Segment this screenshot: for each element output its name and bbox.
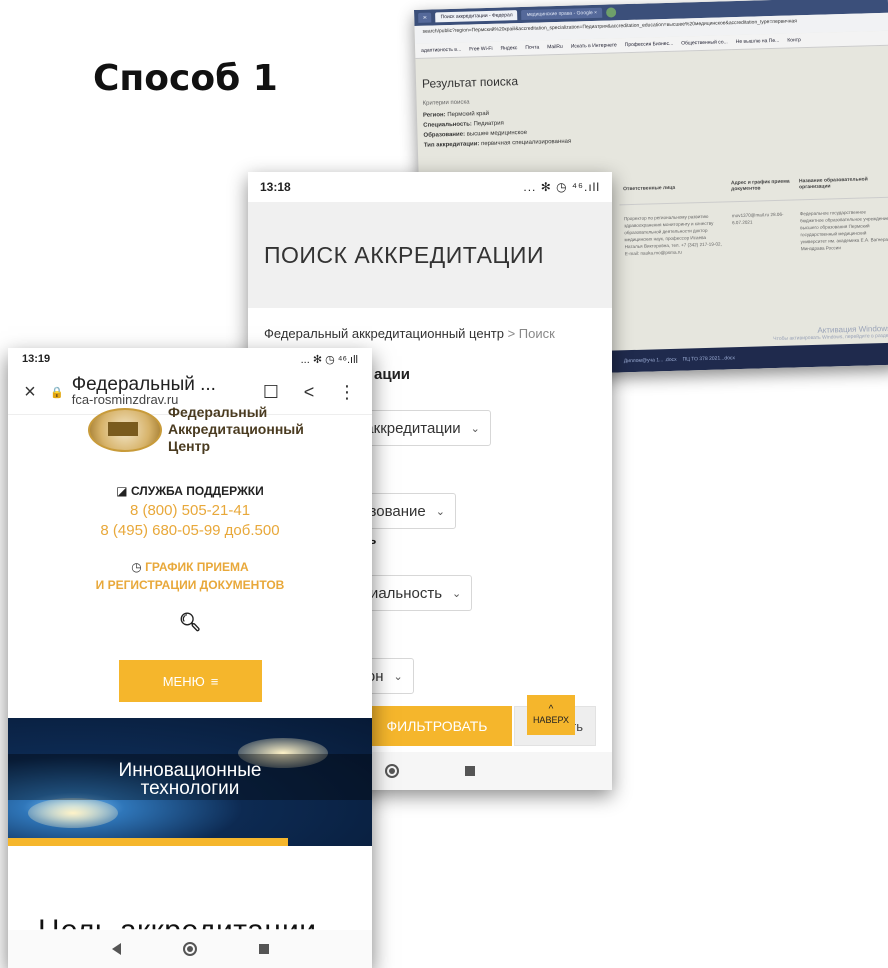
filter-section-heading: ации — [374, 366, 411, 383]
windows-activation-watermark: Активация Windows Чтобы активировать Win… — [773, 323, 888, 343]
status-icons: ... ✻ ◷ ⁴⁶.ıll — [523, 180, 600, 194]
status-bar: 13:18 ... ✻ ◷ ⁴⁶.ıll — [248, 172, 612, 202]
banner-glow — [28, 798, 118, 828]
clock-icon: ◷ — [131, 560, 142, 574]
scroll-to-top-button[interactable]: ^ НАВЕРХ — [527, 695, 575, 735]
share-icon[interactable]: < — [294, 382, 324, 403]
bookmark-item[interactable]: MailRu — [547, 44, 563, 50]
chevron-down-icon: ⌄ — [393, 670, 403, 683]
bookmark-item[interactable]: Free Wi-Fi — [469, 46, 493, 53]
close-icon[interactable]: × — [18, 381, 42, 404]
bookmark-icon[interactable]: ☐ — [256, 382, 286, 403]
table-cell: mov1370@mail.ru 28.06-6.07.2021 — [731, 211, 784, 226]
schedule-link-line2[interactable]: И РЕГИСТРАЦИИ ДОКУМЕНТОВ — [8, 576, 372, 594]
schedule-link[interactable]: ◷ ГРАФИК ПРИЕМА — [8, 558, 372, 576]
browser-tab[interactable]: медицинские права - Google × — [521, 7, 603, 20]
support-phone-2[interactable]: 8 (495) 680-05-99 доб.500 — [8, 522, 372, 539]
taskbar-file[interactable]: ПЦ ТО 378 2021...docx — [683, 355, 736, 362]
search-icon[interactable]: 🔍︎ — [8, 612, 372, 633]
browser-tab[interactable]: ж — [418, 12, 432, 23]
bookmark-item[interactable]: Не вышлю на Пе... — [736, 38, 780, 45]
column-header[interactable]: Адрес и график приема документов — [727, 178, 795, 193]
recents-button-icon[interactable] — [258, 944, 269, 954]
menu-button[interactable]: МЕНЮ ≡ — [119, 660, 262, 702]
phone-screenshot-home: 13:19 ... ✻ ◷ ⁴⁶.ıll × 🔒 Федеральный ...… — [8, 348, 372, 968]
support-phone-1[interactable]: 8 (800) 505-21-41 — [8, 502, 372, 519]
column-header[interactable]: Название образовательной организации — [795, 176, 888, 191]
table-cell: Проректор по региональному развитию здра… — [623, 213, 722, 257]
page-title: ПОИСК АККРЕДИТАЦИИ — [248, 202, 612, 308]
hero-banner[interactable]: Инновационные технологии — [8, 718, 372, 846]
chevron-down-icon: ⌄ — [470, 422, 480, 435]
bookmark-item[interactable]: адаптивность в... — [421, 47, 461, 54]
android-nav-bar — [8, 930, 372, 968]
results-heading: Результат поиска — [421, 74, 519, 91]
status-time: 13:19 — [22, 353, 51, 365]
more-vert-icon[interactable]: ⋮ — [332, 382, 362, 403]
lock-icon[interactable]: 🔒 — [50, 386, 64, 399]
column-header[interactable]: Ответственные лица — [619, 183, 727, 192]
site-title: Федеральный ... — [71, 374, 216, 395]
support-heading: ◪ СЛУЖБА ПОДДЕРЖКИ — [116, 484, 264, 498]
back-button-icon[interactable] — [111, 943, 121, 955]
chevron-up-icon: ^ — [548, 704, 554, 715]
breadcrumb-separator: > — [507, 326, 516, 341]
slide-title: Способ 1 — [93, 58, 278, 99]
site-logo[interactable]: Федеральный Аккредитационный Центр — [88, 404, 304, 455]
banner-caption: Инновационные технологии — [118, 760, 262, 799]
table-row: Проректор по региональному развитию здра… — [620, 198, 888, 258]
emblem-icon — [88, 407, 162, 452]
logo-text: Федеральный Аккредитационный Центр — [168, 404, 304, 454]
hamburger-icon: ≡ — [210, 673, 219, 689]
address-bar[interactable]: Федеральный ... fca-rosminzdrav.ru — [71, 374, 248, 407]
recents-button-icon[interactable] — [465, 766, 475, 776]
bookmark-item[interactable]: Профессия Бизнес... — [625, 41, 674, 48]
bookmark-item[interactable]: Яндекс — [500, 45, 517, 51]
browser-tab-active[interactable]: Поиск аккредитации - Федерал — [435, 10, 518, 23]
bookmark-item[interactable]: Почта — [525, 45, 539, 51]
bookmark-item[interactable]: Контр — [787, 37, 801, 43]
home-button-icon[interactable] — [385, 764, 399, 778]
table-cell: Федеральное государственное бюджетное об… — [799, 209, 888, 252]
chevron-down-icon: ⌄ — [435, 505, 445, 518]
results-table: Ответственные лица Адрес и график приема… — [618, 166, 888, 258]
scroll-to-top-label: НАВЕРХ — [532, 715, 570, 725]
chevron-down-icon: ⌄ — [452, 587, 462, 600]
bookmark-item[interactable]: Общественный со... — [681, 39, 728, 46]
home-button-icon[interactable] — [182, 942, 197, 956]
new-tab-icon[interactable] — [605, 7, 617, 18]
status-bar: 13:19 ... ✻ ◷ ⁴⁶.ıll — [8, 348, 372, 370]
support-icon: ◪ — [116, 484, 128, 498]
status-time: 13:18 — [260, 180, 291, 194]
banner-progress — [8, 838, 288, 846]
taskbar-file[interactable]: Диплом@уча 1... .docx — [624, 357, 677, 364]
breadcrumb-root-link[interactable]: Федеральный аккредитационный центр — [264, 326, 504, 341]
filter-button[interactable]: ФИЛЬТРОВАТЬ — [362, 706, 512, 746]
status-icons: ... ✻ ◷ ⁴⁶.ıll — [300, 353, 358, 366]
bookmark-item[interactable]: Искать в Интернете — [571, 42, 617, 49]
